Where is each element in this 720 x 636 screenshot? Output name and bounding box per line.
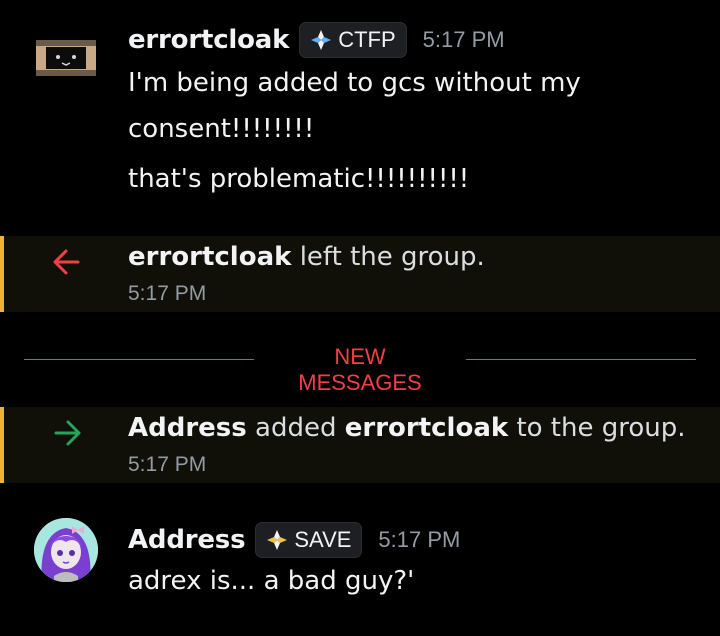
guild-tag-icon [311, 30, 332, 50]
message-line: I'm being added to gcs without my [128, 68, 581, 98]
message-line: consent!!!!!!!! [128, 114, 315, 144]
system-action: left the group. [299, 242, 485, 272]
message-line: adrex is... a bad guy?' [128, 566, 415, 596]
message-line: that's problematic!!!!!!!!!! [128, 164, 470, 194]
timestamp: 5:17 PM [422, 27, 505, 52]
new-messages-divider: NEW MESSAGES [24, 344, 696, 395]
system-message-leave: errortcloak left the group. 5:17 PM [0, 236, 720, 312]
timestamp: 5:17 PM [128, 453, 207, 476]
cassette-avatar-icon [36, 40, 96, 76]
system-message-join: Address added errortcloak to the group. … [0, 407, 720, 483]
guild-tag-label: CTFP [338, 27, 396, 52]
system-text: Address added errortcloak to the group. [128, 413, 686, 443]
chat-log: errortcloak CTFP 5:17 PM I'm being added… [0, 0, 720, 636]
guild-tag[interactable]: CTFP [299, 22, 407, 58]
arrow-right-icon [54, 420, 81, 446]
message-header: Address SAVE 5:17 PM [128, 522, 460, 558]
system-text: errortcloak left the group. [128, 242, 485, 272]
anime-girl-avatar-icon [34, 518, 98, 582]
message-header: errortcloak CTFP 5:17 PM [128, 22, 505, 58]
username[interactable]: Address [128, 413, 247, 443]
system-action: to the group. [516, 413, 686, 443]
timestamp: 5:17 PM [128, 282, 207, 305]
username[interactable]: Address [128, 525, 246, 555]
guild-tag-icon [267, 530, 288, 550]
avatar[interactable] [34, 518, 98, 582]
system-action: added [255, 413, 337, 443]
username[interactable]: errortcloak [128, 242, 291, 272]
timestamp: 5:17 PM [378, 527, 461, 552]
arrow-left-icon [53, 249, 80, 275]
username[interactable]: errortcloak [345, 413, 508, 443]
new-messages-label: NEW MESSAGES [298, 344, 422, 395]
guild-tag-label: SAVE [294, 527, 352, 552]
divider-line-left [24, 359, 254, 360]
divider-line-right [466, 359, 696, 360]
username[interactable]: errortcloak [128, 25, 289, 55]
guild-tag[interactable]: SAVE [255, 522, 363, 558]
avatar[interactable] [34, 36, 98, 100]
